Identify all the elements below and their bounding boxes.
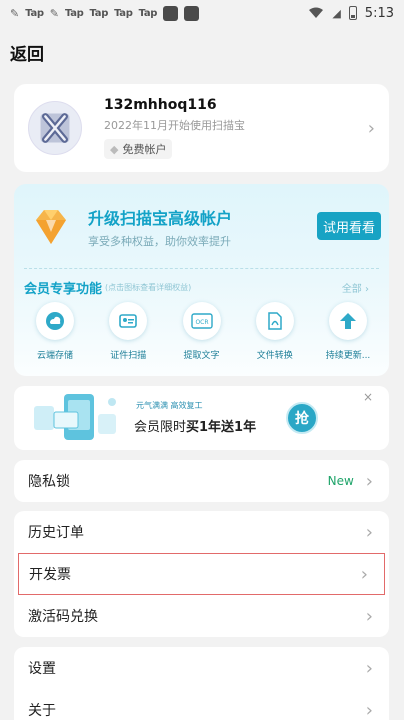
feature-label: 文件转换 <box>256 351 293 361</box>
menu-item-label: 隐私锁 <box>28 474 70 490</box>
all-features-link[interactable]: 全部 › <box>342 280 369 295</box>
feature-file-convert[interactable]: 文件转换 <box>244 302 306 361</box>
back-button[interactable]: 返回 <box>10 40 44 65</box>
app-notification-label: Tap <box>138 7 158 19</box>
feature-ocr[interactable]: OCR 提取文字 <box>171 302 233 361</box>
feature-label: 证件扫描 <box>110 351 147 361</box>
chevron-right-icon: › <box>365 657 373 679</box>
app-notification-label: Tap <box>25 7 44 19</box>
wifi-icon <box>309 7 324 18</box>
chevron-right-icon: › <box>367 117 375 139</box>
app-notification-label: Tap <box>114 7 133 19</box>
menu-item-invoice[interactable]: 开发票 › <box>18 553 385 595</box>
menu-item-settings[interactable]: 设置 › <box>14 647 389 689</box>
avatar-x-icon <box>40 113 70 143</box>
user-since: 2022年11月开始使用扫描宝 <box>104 119 245 132</box>
promo-headline: 会员限时买1年送1年 <box>134 416 256 435</box>
account-badge-label: 免费帐户 <box>122 143 167 156</box>
chevron-right-icon: › <box>365 605 373 627</box>
menu-group-orders: 历史订单 › 开发票 › 激活码兑换 › <box>14 511 389 637</box>
signal-icon: ◢ <box>332 6 341 20</box>
app-notification-icon <box>184 5 200 21</box>
app-notification-label: Tap <box>89 7 109 19</box>
app-notification-icon <box>163 5 179 21</box>
features-list: 云端存储 证件扫描 OCR 提取文字 文件转换 持续更新... <box>24 302 379 361</box>
status-time: 5:13 <box>364 5 394 21</box>
feature-label: 云端存储 <box>36 351 73 361</box>
promo-headline-bold: 买1年送1年 <box>186 420 257 435</box>
account-badge: ◆ 免费帐户 <box>104 139 173 159</box>
menu-item-label: 关于 <box>28 703 56 719</box>
feature-updates[interactable]: 持续更新... <box>317 302 379 361</box>
features-hint: (点击图标查看详细权益) <box>105 283 192 292</box>
app-notification-icon: ✎ <box>49 6 59 20</box>
username: 132mhhoq116 <box>104 97 217 113</box>
menu-group-settings: 设置 › 关于 › <box>14 647 389 720</box>
try-button[interactable]: 试用看看 <box>317 212 381 240</box>
id-card-icon <box>109 302 148 340</box>
chevron-right-icon: › <box>365 521 373 543</box>
menu-item-order-history[interactable]: 历史订单 › <box>14 511 389 553</box>
feature-label: 持续更新... <box>325 351 371 361</box>
user-profile-card[interactable]: 132mhhoq116 2022年11月开始使用扫描宝 ◆ 免费帐户 › <box>14 84 389 172</box>
avatar <box>28 101 82 155</box>
vip-title: 升级扫描宝高级帐户 <box>88 209 233 228</box>
diamond-icon: ◆ <box>110 142 119 156</box>
chevron-right-icon: › <box>365 470 373 492</box>
menu-item-label: 激活码兑换 <box>28 609 98 625</box>
promo-headline-prefix: 会员限时 <box>134 420 187 435</box>
promo-banner[interactable]: 元气满满 高效复工 会员限时买1年送1年 抢 × <box>14 386 389 450</box>
svg-text:OCR: OCR <box>195 319 208 326</box>
menu-item-label: 设置 <box>28 661 56 677</box>
chevron-right-icon: › <box>365 699 373 720</box>
menu-item-label: 开发票 <box>29 567 71 583</box>
feature-label: 提取文字 <box>183 351 220 361</box>
ocr-icon: OCR <box>182 302 221 340</box>
diamond-icon <box>36 210 66 244</box>
menu-item-about[interactable]: 关于 › <box>14 689 389 720</box>
app-notification-label: Tap <box>64 7 84 19</box>
features-title: 会员专享功能 <box>24 282 103 297</box>
status-bar: ✎ Tap ✎ Tap Tap Tap Tap ◢ 5:13 <box>0 0 404 26</box>
pdf-convert-icon <box>255 302 294 340</box>
close-icon[interactable]: × <box>363 390 373 404</box>
menu-item-privacy-lock[interactable]: 隐私锁 New › <box>14 460 389 502</box>
vip-subtitle: 享受多种权益，助你效率提升 <box>88 235 231 248</box>
divider <box>24 268 379 269</box>
new-badge: New <box>327 474 354 488</box>
menu-item-redeem-code[interactable]: 激活码兑换 › <box>14 595 389 637</box>
menu-item-label: 历史订单 <box>28 525 84 541</box>
menu-group-privacy: 隐私锁 New › <box>14 460 389 502</box>
cloud-storage-icon <box>36 302 74 340</box>
vip-upgrade-card[interactable]: 升级扫描宝高级帐户 享受多种权益，助你效率提升 试用看看 会员专享功能 (点击图… <box>14 184 389 376</box>
feature-cloud-storage[interactable]: 云端存储 <box>24 302 86 361</box>
battery-icon <box>348 6 357 20</box>
grab-button[interactable]: 抢 <box>286 402 318 434</box>
app-notification-icon: ✎ <box>10 6 20 20</box>
feature-id-scan[interactable]: 证件扫描 <box>97 302 159 361</box>
promo-tagline: 元气满满 高效复工 <box>136 401 203 410</box>
chevron-right-icon: › <box>360 563 368 585</box>
update-arrow-icon <box>329 302 367 340</box>
promo-phone-illustration <box>34 394 116 440</box>
